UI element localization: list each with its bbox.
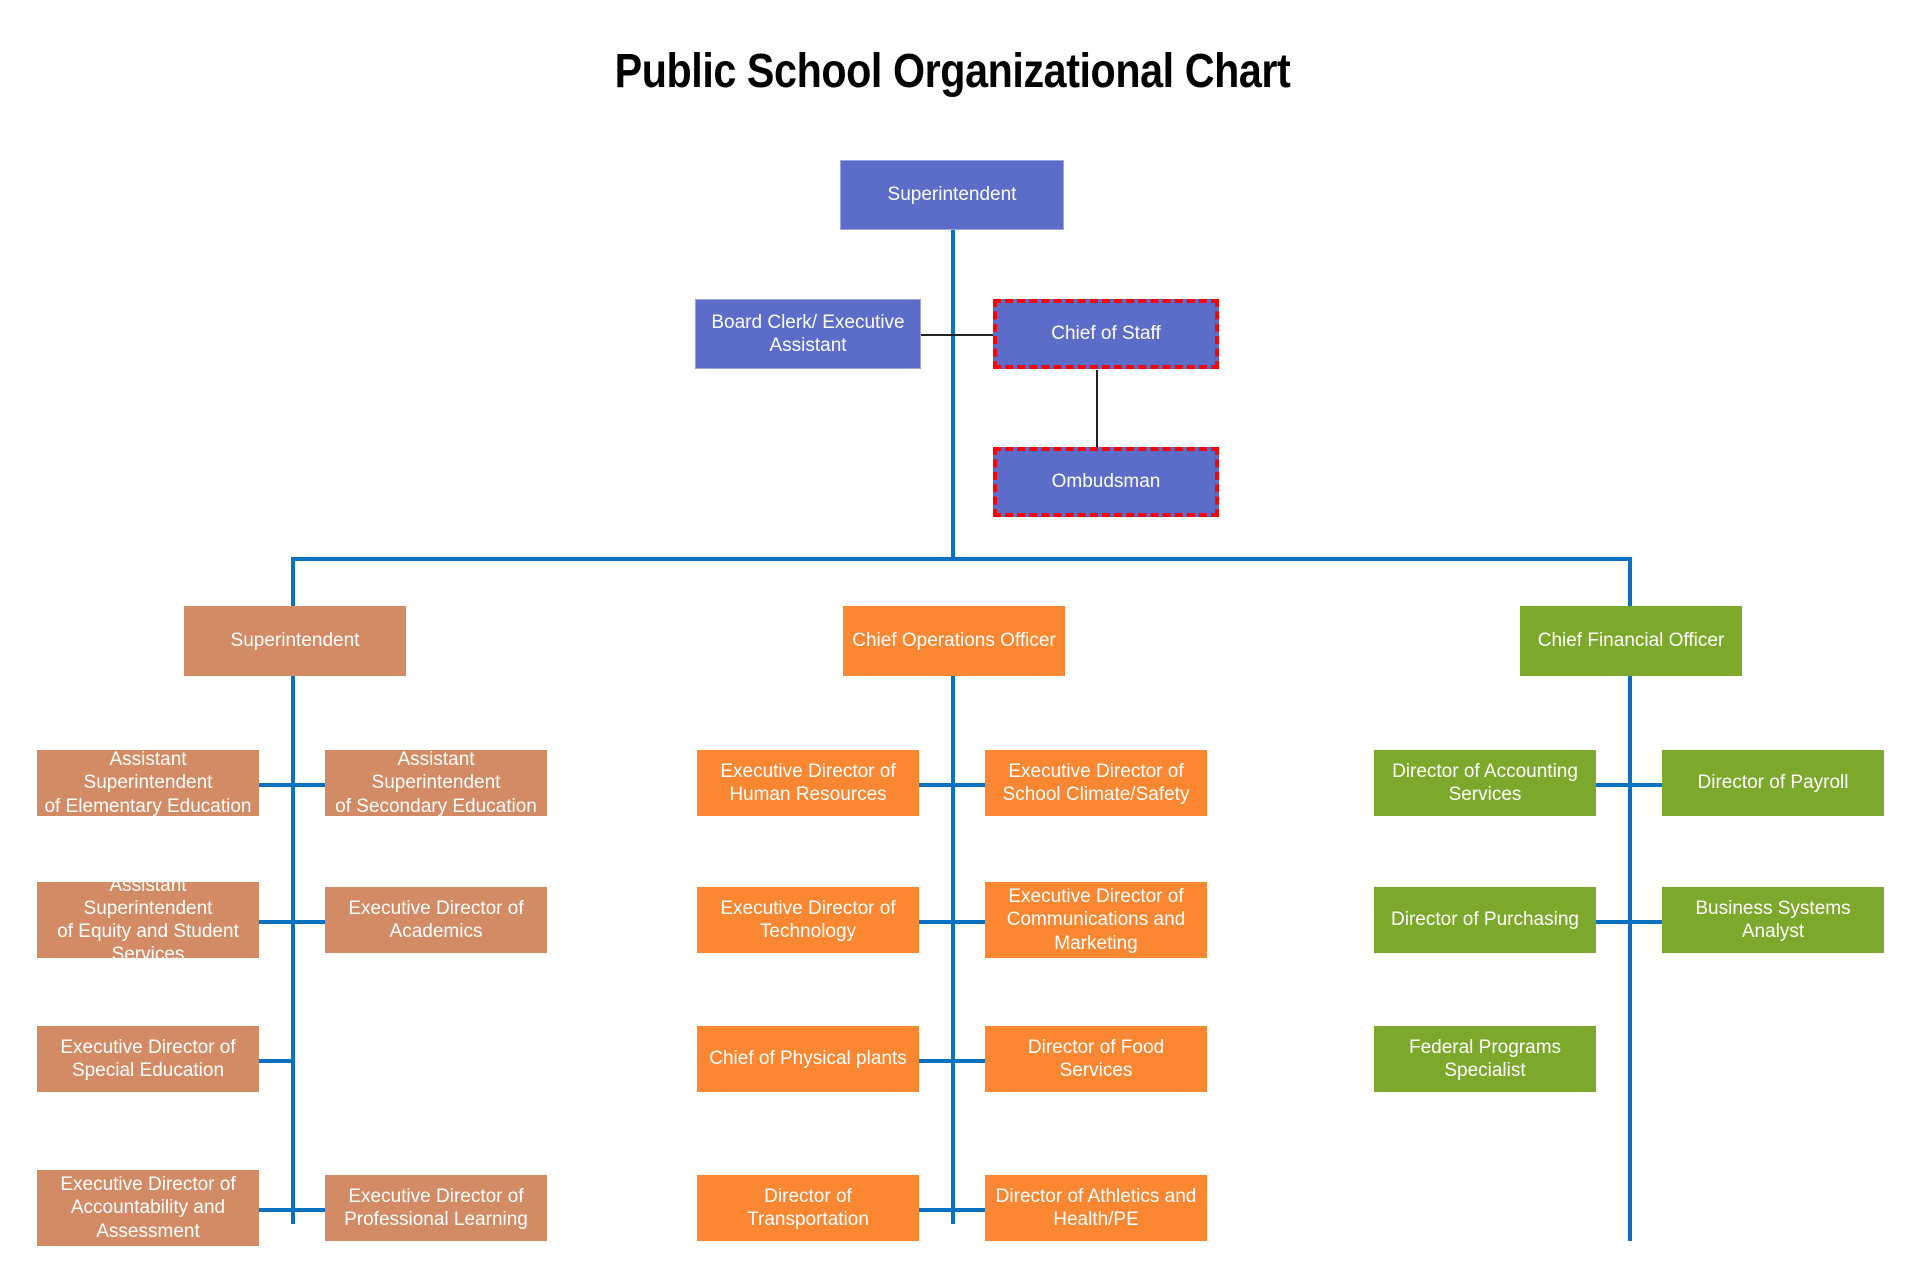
page-title: Public School Organizational Chart [614,45,1291,98]
node-academics-right-1[interactable]: Assistant Superintendent of Secondary Ed… [325,749,547,817]
node-finance-left-1[interactable]: Director of Accounting Services [1374,750,1596,816]
connector-rung-academics-3 [259,1059,293,1063]
node-operations-left-3[interactable]: Chief of Physical plants [697,1026,919,1092]
org-chart-canvas: Public School Organizational Chart Super… [0,0,1905,1286]
connector-rung-operations-3 [919,1059,985,1063]
connector-rung-academics-4 [259,1208,325,1212]
node-operations-right-3[interactable]: Director of Food Services [985,1026,1207,1092]
node-academics-left-1[interactable]: Assistant Superintendent of Elementary E… [37,749,259,817]
node-operations-right-4[interactable]: Director of Athletics and Health/PE [985,1175,1207,1241]
connector-branch-bar [291,557,1632,561]
connector-chiefofstaff-ombudsman [1096,370,1098,448]
node-operations-right-1[interactable]: Executive Director of School Climate/Saf… [985,750,1207,816]
connector-rung-operations-1 [919,783,985,787]
connector-boardclerk-chiefofstaff [920,334,995,336]
node-finance-left-3[interactable]: Federal Programs Specialist [1374,1026,1596,1092]
node-academics-left-2[interactable]: Assistant Superintendent of Equity and S… [37,875,259,965]
connector-rung-operations-4 [919,1208,985,1212]
node-academics-left-4[interactable]: Executive Director of Accountability and… [37,1170,259,1246]
node-academics-head[interactable]: Superintendent [184,606,406,676]
node-operations-left-4[interactable]: Director of Transportation [697,1175,919,1241]
node-finance-head[interactable]: Chief Financial Officer [1520,606,1742,676]
connector-rung-operations-2 [919,920,985,924]
node-operations-left-2[interactable]: Executive Director of Technology [697,887,919,953]
node-ombudsman[interactable]: Ombudsman [993,447,1219,517]
connector-rung-academics-1 [259,783,325,787]
node-superintendent-top[interactable]: Superintendent [840,160,1064,230]
node-academics-right-4[interactable]: Executive Director of Professional Learn… [325,1175,547,1241]
connector-rung-academics-2 [259,920,325,924]
node-academics-right-2[interactable]: Executive Director of Academics [325,887,547,953]
node-operations-head[interactable]: Chief Operations Officer [843,606,1065,676]
node-finance-right-2[interactable]: Business Systems Analyst [1662,887,1884,953]
connector-spine-top [951,230,955,559]
node-academics-left-3[interactable]: Executive Director of Special Education [37,1026,259,1092]
connector-drop-academics [291,557,295,606]
node-finance-right-1[interactable]: Director of Payroll [1662,750,1884,816]
connector-spine-academics [291,606,295,1224]
connector-rung-finance-1 [1596,783,1662,787]
node-operations-right-2[interactable]: Executive Director of Communications and… [985,882,1207,958]
node-operations-left-1[interactable]: Executive Director of Human Resources [697,750,919,816]
connector-spine-operations [951,606,955,1224]
node-board-clerk[interactable]: Board Clerk/ Executive Assistant [695,299,921,369]
connector-drop-finance [1628,557,1632,606]
connector-rung-finance-2 [1596,920,1662,924]
node-chief-of-staff[interactable]: Chief of Staff [993,299,1219,369]
node-finance-left-2[interactable]: Director of Purchasing [1374,887,1596,953]
